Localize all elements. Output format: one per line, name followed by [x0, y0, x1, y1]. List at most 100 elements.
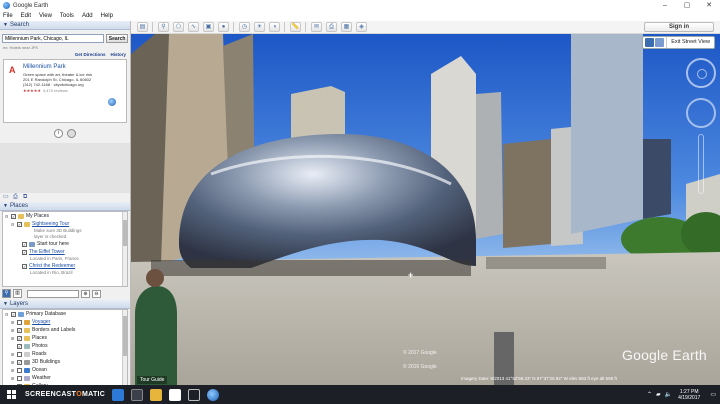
- layer-row[interactable]: ⊞ ✓ 3D Buildings: [3, 358, 127, 366]
- checkbox-checked-icon[interactable]: ✓: [17, 327, 22, 333]
- menu-tools[interactable]: Tools: [60, 13, 74, 19]
- taskbar-app[interactable]: [131, 385, 144, 404]
- exit-street-view-control[interactable]: Exit Street View: [642, 36, 715, 49]
- search-panel-header[interactable]: ▼ Search: [0, 21, 130, 30]
- taskbar-app[interactable]: [169, 385, 182, 404]
- expand-icon[interactable]: ⊞: [11, 360, 16, 365]
- tour-guide-button[interactable]: Tour Guide: [137, 376, 168, 384]
- info-icon[interactable]: i: [54, 128, 63, 138]
- search-input[interactable]: [2, 34, 105, 43]
- tree-row-christ[interactable]: ✓ Christ the Redeemer: [3, 262, 127, 270]
- layer-row[interactable]: ⊞ Weather: [3, 374, 127, 382]
- menu-file[interactable]: File: [3, 13, 13, 19]
- volume-icon[interactable]: 🔈: [665, 391, 672, 398]
- notifications-icon[interactable]: ▭: [710, 391, 716, 398]
- taskbar-app[interactable]: [150, 385, 163, 404]
- checkbox-checked-icon[interactable]: ✓: [11, 311, 16, 317]
- checkbox-icon[interactable]: [17, 375, 22, 381]
- maximize-button[interactable]: ▢: [676, 0, 698, 11]
- view-in-maps-icon[interactable]: ◈: [356, 22, 367, 32]
- move-down-icon[interactable]: ⊕: [81, 289, 90, 298]
- checkbox-checked-icon[interactable]: ✓: [22, 263, 27, 269]
- placemark-icon[interactable]: ⚲: [158, 22, 169, 32]
- sunlight-icon[interactable]: ☀: [254, 22, 265, 32]
- page-dot-icon[interactable]: [67, 128, 76, 138]
- expand-icon[interactable]: ⊟: [5, 312, 10, 317]
- taskbar-app[interactable]: [188, 385, 201, 404]
- get-directions-link[interactable]: Get Directions: [75, 52, 106, 57]
- places-filter-input[interactable]: [27, 289, 79, 298]
- sign-in-button[interactable]: Sign in: [644, 22, 714, 32]
- minimize-button[interactable]: –: [654, 0, 676, 11]
- expand-icon[interactable]: ⊞: [11, 320, 16, 325]
- copy-icon[interactable]: ⧉: [23, 194, 30, 201]
- search-button[interactable]: Search: [106, 34, 128, 43]
- pegman-icon[interactable]: [645, 38, 655, 47]
- close-button[interactable]: ✕: [698, 0, 720, 11]
- network-icon[interactable]: ▰: [656, 391, 661, 398]
- layer-row[interactable]: ⊞ Roads: [3, 350, 127, 358]
- search-result-card[interactable]: A Millennium Park Green space with art, …: [3, 59, 127, 123]
- historical-imagery-icon[interactable]: ◷: [239, 22, 250, 32]
- print-icon[interactable]: ⎙: [326, 22, 337, 32]
- exit-street-view-button[interactable]: Exit Street View: [666, 37, 714, 48]
- checkbox-checked-icon[interactable]: ✓: [17, 335, 22, 341]
- path-icon[interactable]: ∿: [188, 22, 199, 32]
- layer-row[interactable]: ⊟ ✓ Primary Database: [3, 310, 127, 318]
- tree-row-start-tour[interactable]: ✓ Start tour here: [3, 240, 127, 248]
- expand-icon[interactable]: ⊞: [11, 352, 16, 357]
- checkbox-checked-icon[interactable]: ✓: [17, 359, 22, 365]
- checkbox-icon[interactable]: [17, 351, 22, 357]
- expand-icon[interactable]: ⊞: [11, 368, 16, 373]
- scrollbar-thumb[interactable]: [123, 220, 127, 246]
- layer-row[interactable]: ✓ Photos: [3, 342, 127, 350]
- sidebar-toggle-icon[interactable]: ▤: [137, 22, 148, 32]
- record-tour-icon[interactable]: ●: [218, 22, 229, 32]
- start-button[interactable]: [4, 385, 18, 404]
- checkbox-checked-icon[interactable]: ✓: [17, 343, 22, 349]
- checkbox-checked-icon[interactable]: ✓: [17, 221, 22, 227]
- taskbar-app-active[interactable]: [207, 385, 220, 404]
- menu-help[interactable]: Help: [101, 13, 113, 19]
- layer-row[interactable]: ⊞ ✓ Borders and Labels: [3, 326, 127, 334]
- layer-row[interactable]: ⊞ Voyager: [3, 318, 127, 326]
- tree-row-my-places[interactable]: ⊟ ✓ My Places: [3, 212, 127, 220]
- look-around-control[interactable]: [686, 98, 716, 128]
- tree-row-eiffel[interactable]: ✓ The Eiffel Tower: [3, 248, 127, 256]
- expand-icon[interactable]: ⊟: [11, 222, 16, 227]
- scrollbar-thumb[interactable]: [123, 316, 127, 356]
- zoom-slider[interactable]: [698, 134, 704, 194]
- checkbox-checked-icon[interactable]: ✓: [11, 213, 16, 219]
- tree-link[interactable]: Christ the Redeemer: [29, 263, 75, 269]
- email-icon[interactable]: ✉: [311, 22, 322, 32]
- folder-icon[interactable]: ▭: [3, 194, 10, 201]
- expand-icon[interactable]: ⊟: [5, 214, 10, 219]
- tree-row-sightseeing[interactable]: ⊟ ✓ Sightseeing Tour: [3, 220, 127, 228]
- print-list-icon[interactable]: ⎙: [13, 194, 20, 201]
- photo-globe-icon[interactable]: [108, 98, 116, 106]
- tree-link[interactable]: Sightseeing Tour: [32, 221, 69, 227]
- checkbox-checked-icon[interactable]: ✓: [22, 249, 27, 255]
- menu-add[interactable]: Add: [82, 13, 93, 19]
- menu-view[interactable]: View: [39, 13, 52, 19]
- chevron-up-icon[interactable]: ⌃: [647, 391, 652, 398]
- history-link[interactable]: History: [110, 52, 126, 57]
- checkbox-icon[interactable]: [17, 319, 22, 325]
- menu-edit[interactable]: Edit: [21, 13, 31, 19]
- checkbox-checked-icon[interactable]: ✓: [22, 241, 27, 247]
- street-view-3d[interactable]: Exit Street View + © 2017 Google © 2016 …: [131, 34, 720, 385]
- search-places-icon[interactable]: ⚲: [2, 289, 11, 298]
- ruler-icon[interactable]: 📏: [290, 22, 301, 32]
- result-title[interactable]: Millennium Park: [23, 64, 66, 70]
- move-up-icon[interactable]: ⊖: [92, 289, 101, 298]
- polygon-icon[interactable]: ⬠: [173, 22, 184, 32]
- places-scrollbar[interactable]: [122, 212, 127, 286]
- expand-icon[interactable]: ⊞: [11, 336, 16, 341]
- expand-icon[interactable]: ⊞: [11, 376, 16, 381]
- tree-link[interactable]: The Eiffel Tower: [29, 249, 65, 255]
- save-image-icon[interactable]: ▦: [341, 22, 352, 32]
- ground-view-icon[interactable]: [655, 38, 665, 47]
- layer-row[interactable]: ⊞ Ocean: [3, 366, 127, 374]
- compass-navigation-control[interactable]: [686, 58, 716, 88]
- panel-toggle-icon[interactable]: ▥: [13, 289, 22, 298]
